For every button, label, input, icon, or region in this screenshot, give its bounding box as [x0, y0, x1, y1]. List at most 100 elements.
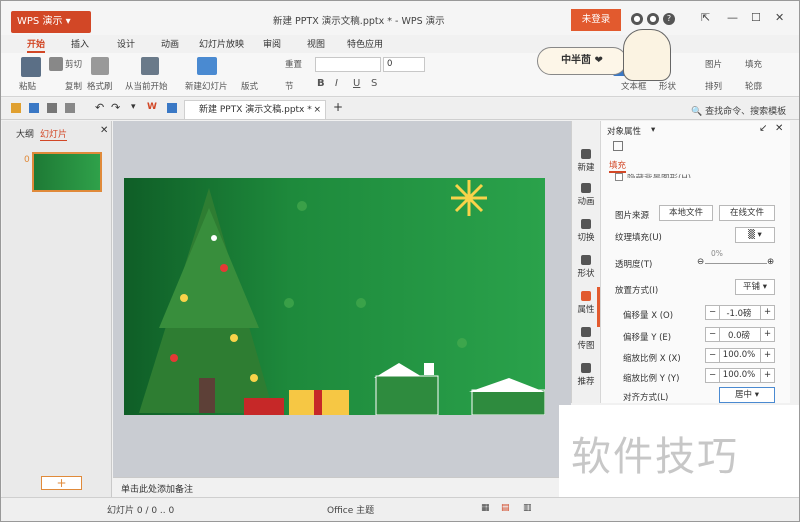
print-icon[interactable]: [47, 103, 57, 113]
align-select[interactable]: 居中 ▾: [719, 387, 775, 403]
search-commands[interactable]: 🔍 查找命令、搜索模板: [691, 104, 786, 117]
from-current-button[interactable]: 从当前开始: [125, 80, 168, 92]
add-slide-button[interactable]: +: [41, 476, 82, 490]
sidebar-item-shape[interactable]: 形状: [572, 255, 600, 279]
transition-icon: [581, 219, 591, 229]
online-file-button[interactable]: 在线文件: [719, 205, 775, 221]
paste-label[interactable]: 粘贴: [19, 80, 36, 92]
tab-home[interactable]: 开始: [27, 37, 46, 53]
arrange-button[interactable]: 排列: [705, 80, 722, 92]
close-panel-icon[interactable]: ✕: [100, 125, 108, 136]
sidebar-item-new[interactable]: 新建: [572, 149, 600, 173]
new-slide-button[interactable]: 新建幻灯片: [185, 80, 228, 92]
restore-ribbon-icon[interactable]: ⇱: [701, 11, 710, 24]
tab-design[interactable]: 设计: [117, 37, 135, 50]
sidebar-item-properties[interactable]: 属性: [572, 291, 600, 315]
tab-animation[interactable]: 动画: [161, 37, 179, 50]
offset-x-stepper[interactable]: − -1.0磅 +: [705, 305, 775, 320]
slide-thumbnail[interactable]: [32, 152, 102, 192]
paste-icon[interactable]: [21, 57, 41, 77]
cut-icon[interactable]: [49, 57, 63, 71]
transparency-slider[interactable]: [705, 263, 767, 264]
outline-button[interactable]: 轮廓: [745, 80, 762, 92]
view-reading-icon[interactable]: ▥: [523, 503, 532, 513]
shadow-button[interactable]: S: [371, 78, 377, 89]
cut-label[interactable]: 剪切: [65, 58, 82, 70]
undo-icon[interactable]: ↶: [95, 101, 104, 114]
scale-y-stepper[interactable]: −100.0% +: [705, 368, 775, 383]
skin-icon[interactable]: ●: [631, 13, 643, 25]
bold-button[interactable]: B: [317, 78, 325, 89]
italic-button[interactable]: I: [335, 78, 338, 89]
picture-button[interactable]: 图片: [705, 58, 722, 70]
slide[interactable]: [124, 178, 546, 416]
shape-button[interactable]: 形状: [659, 80, 676, 92]
close-tab-icon[interactable]: ×: [313, 101, 321, 119]
sidebar-item-recommend[interactable]: 推荐: [572, 363, 600, 387]
placement-label: 放置方式(I): [615, 286, 659, 296]
tab-insert[interactable]: 插入: [71, 37, 89, 50]
decrement-button[interactable]: −: [706, 349, 720, 362]
increment-button[interactable]: +: [760, 369, 774, 382]
section-button[interactable]: 节: [285, 80, 294, 92]
new-tab-button[interactable]: +: [333, 100, 343, 114]
placement-select[interactable]: 平铺 ▾: [735, 279, 775, 295]
redo-icon[interactable]: ↷: [111, 101, 120, 114]
font-size-combo[interactable]: 0: [383, 57, 425, 72]
font-name-combo[interactable]: [315, 57, 381, 72]
undock-icon[interactable]: ↙: [759, 123, 767, 134]
open-icon[interactable]: [11, 103, 21, 113]
fill-button[interactable]: 填充: [745, 58, 762, 70]
increment-button[interactable]: +: [760, 306, 774, 319]
decrement-button[interactable]: −: [706, 369, 720, 382]
wps-logo-icon[interactable]: W: [147, 102, 157, 112]
new-slide-icon[interactable]: [197, 57, 217, 75]
tab-review[interactable]: 审阅: [263, 37, 281, 50]
slideshow-icon[interactable]: [141, 57, 159, 75]
tab-special[interactable]: 特色应用: [347, 37, 383, 50]
transparency-plus-icon[interactable]: ⊕: [767, 257, 774, 267]
cloud-icon[interactable]: [167, 103, 177, 113]
reset-button[interactable]: 重置: [285, 58, 302, 70]
format-painter-label[interactable]: 格式刷: [87, 80, 113, 92]
scale-x-stepper[interactable]: −100.0% +: [705, 348, 775, 363]
feedback-icon[interactable]: ?: [663, 13, 675, 25]
app-menu-button[interactable]: WPS 演示 ▾: [11, 11, 91, 33]
tab-outline[interactable]: 大纲: [16, 127, 34, 140]
save-icon[interactable]: [29, 103, 39, 113]
slide-number: 0: [24, 155, 30, 165]
texture-picker[interactable]: ▒ ▾: [735, 227, 775, 243]
login-button[interactable]: 未登录: [571, 9, 621, 31]
hide-background-checkbox[interactable]: [615, 173, 623, 181]
offset-y-stepper[interactable]: −0.0磅 +: [705, 327, 775, 342]
document-tab[interactable]: 新建 PPTX 演示文稿.pptx * ×: [184, 100, 326, 119]
sidebar-item-upload-image[interactable]: 传图: [572, 327, 600, 351]
format-painter-icon[interactable]: [91, 57, 109, 75]
sidebar-item-animation[interactable]: 动画: [572, 183, 600, 207]
settings-icon[interactable]: ●: [647, 13, 659, 25]
textbox-button[interactable]: 文本框: [621, 80, 647, 92]
qat-dropdown-icon[interactable]: ▾: [131, 102, 136, 112]
view-sorter-icon[interactable]: ▤: [501, 503, 510, 513]
transparency-minus-icon[interactable]: ⊖: [697, 257, 704, 267]
increment-button[interactable]: +: [760, 328, 774, 341]
local-file-button[interactable]: 本地文件: [659, 205, 713, 221]
increment-button[interactable]: +: [760, 349, 774, 362]
panel-title-dropdown-icon[interactable]: ▾: [651, 125, 655, 135]
tab-view[interactable]: 视图: [307, 37, 325, 50]
close-panel-icon[interactable]: ✕: [775, 123, 783, 134]
maximize-button[interactable]: ☐: [751, 11, 761, 24]
tab-slideshow[interactable]: 幻灯片放映: [199, 37, 244, 50]
close-button[interactable]: ✕: [775, 11, 784, 24]
layout-button[interactable]: 版式: [241, 80, 258, 92]
sidebar-item-transition[interactable]: 切换: [572, 219, 600, 243]
decrement-button[interactable]: −: [706, 306, 720, 319]
view-normal-icon[interactable]: ▦: [481, 503, 490, 513]
tab-slides[interactable]: 幻灯片: [40, 127, 68, 141]
preview-icon[interactable]: [65, 103, 75, 113]
decrement-button[interactable]: −: [706, 328, 720, 341]
underline-button[interactable]: U: [353, 78, 360, 89]
copy-label[interactable]: 复制: [65, 80, 82, 92]
minimize-button[interactable]: —: [727, 11, 738, 24]
fill-tab[interactable]: 填充: [609, 159, 627, 173]
